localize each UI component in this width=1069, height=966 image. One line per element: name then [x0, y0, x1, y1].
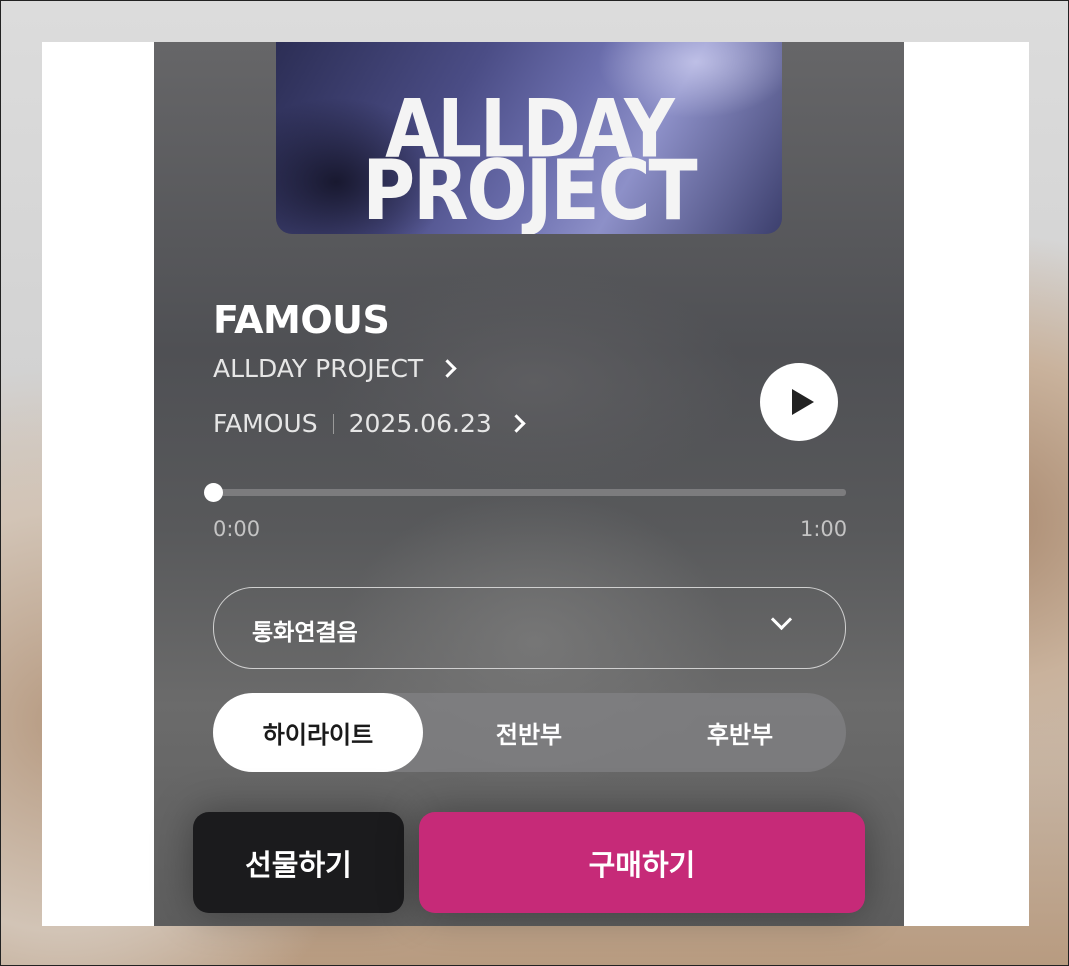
cover-title-line2: PROJECT [362, 141, 697, 234]
section-segmented-control: 하이라이트 전반부 후반부 [213, 693, 846, 772]
artist-name: ALLDAY PROJECT [213, 354, 424, 383]
total-time: 1:00 [800, 517, 848, 541]
select-value: 통화연결음 [252, 620, 358, 646]
artist-link[interactable]: ALLDAY PROJECT [213, 354, 457, 383]
release-date: 2025.06.23 [348, 409, 492, 438]
progress-bar[interactable] [204, 483, 846, 502]
album-link[interactable]: FAMOUS 2025.06.23 [213, 409, 526, 438]
music-player-panel: ALLDAY PROJECT FAMOUS ALLDAY PROJECT FAM… [154, 42, 904, 926]
play-icon [792, 389, 814, 415]
ringtone-type-select[interactable]: 통화연결음 [213, 587, 846, 669]
divider [332, 413, 334, 434]
chevron-right-icon [507, 414, 526, 433]
album-cover[interactable]: ALLDAY PROJECT [276, 42, 782, 234]
background-frame: ALLDAY PROJECT FAMOUS ALLDAY PROJECT FAM… [0, 0, 1069, 966]
segment-first-half[interactable]: 전반부 [424, 693, 634, 772]
gift-button[interactable]: 선물하기 [193, 812, 404, 913]
play-button[interactable] [760, 363, 838, 441]
album-name: FAMOUS [213, 409, 318, 438]
current-time: 0:00 [213, 517, 261, 541]
song-title: FAMOUS [213, 298, 390, 342]
chevron-right-icon [438, 359, 457, 378]
segment-second-half[interactable]: 후반부 [635, 693, 845, 772]
segment-highlight[interactable]: 하이라이트 [213, 693, 423, 772]
progress-handle[interactable] [204, 483, 223, 502]
buy-button[interactable]: 구매하기 [419, 812, 865, 913]
chevron-down-icon [770, 608, 793, 631]
